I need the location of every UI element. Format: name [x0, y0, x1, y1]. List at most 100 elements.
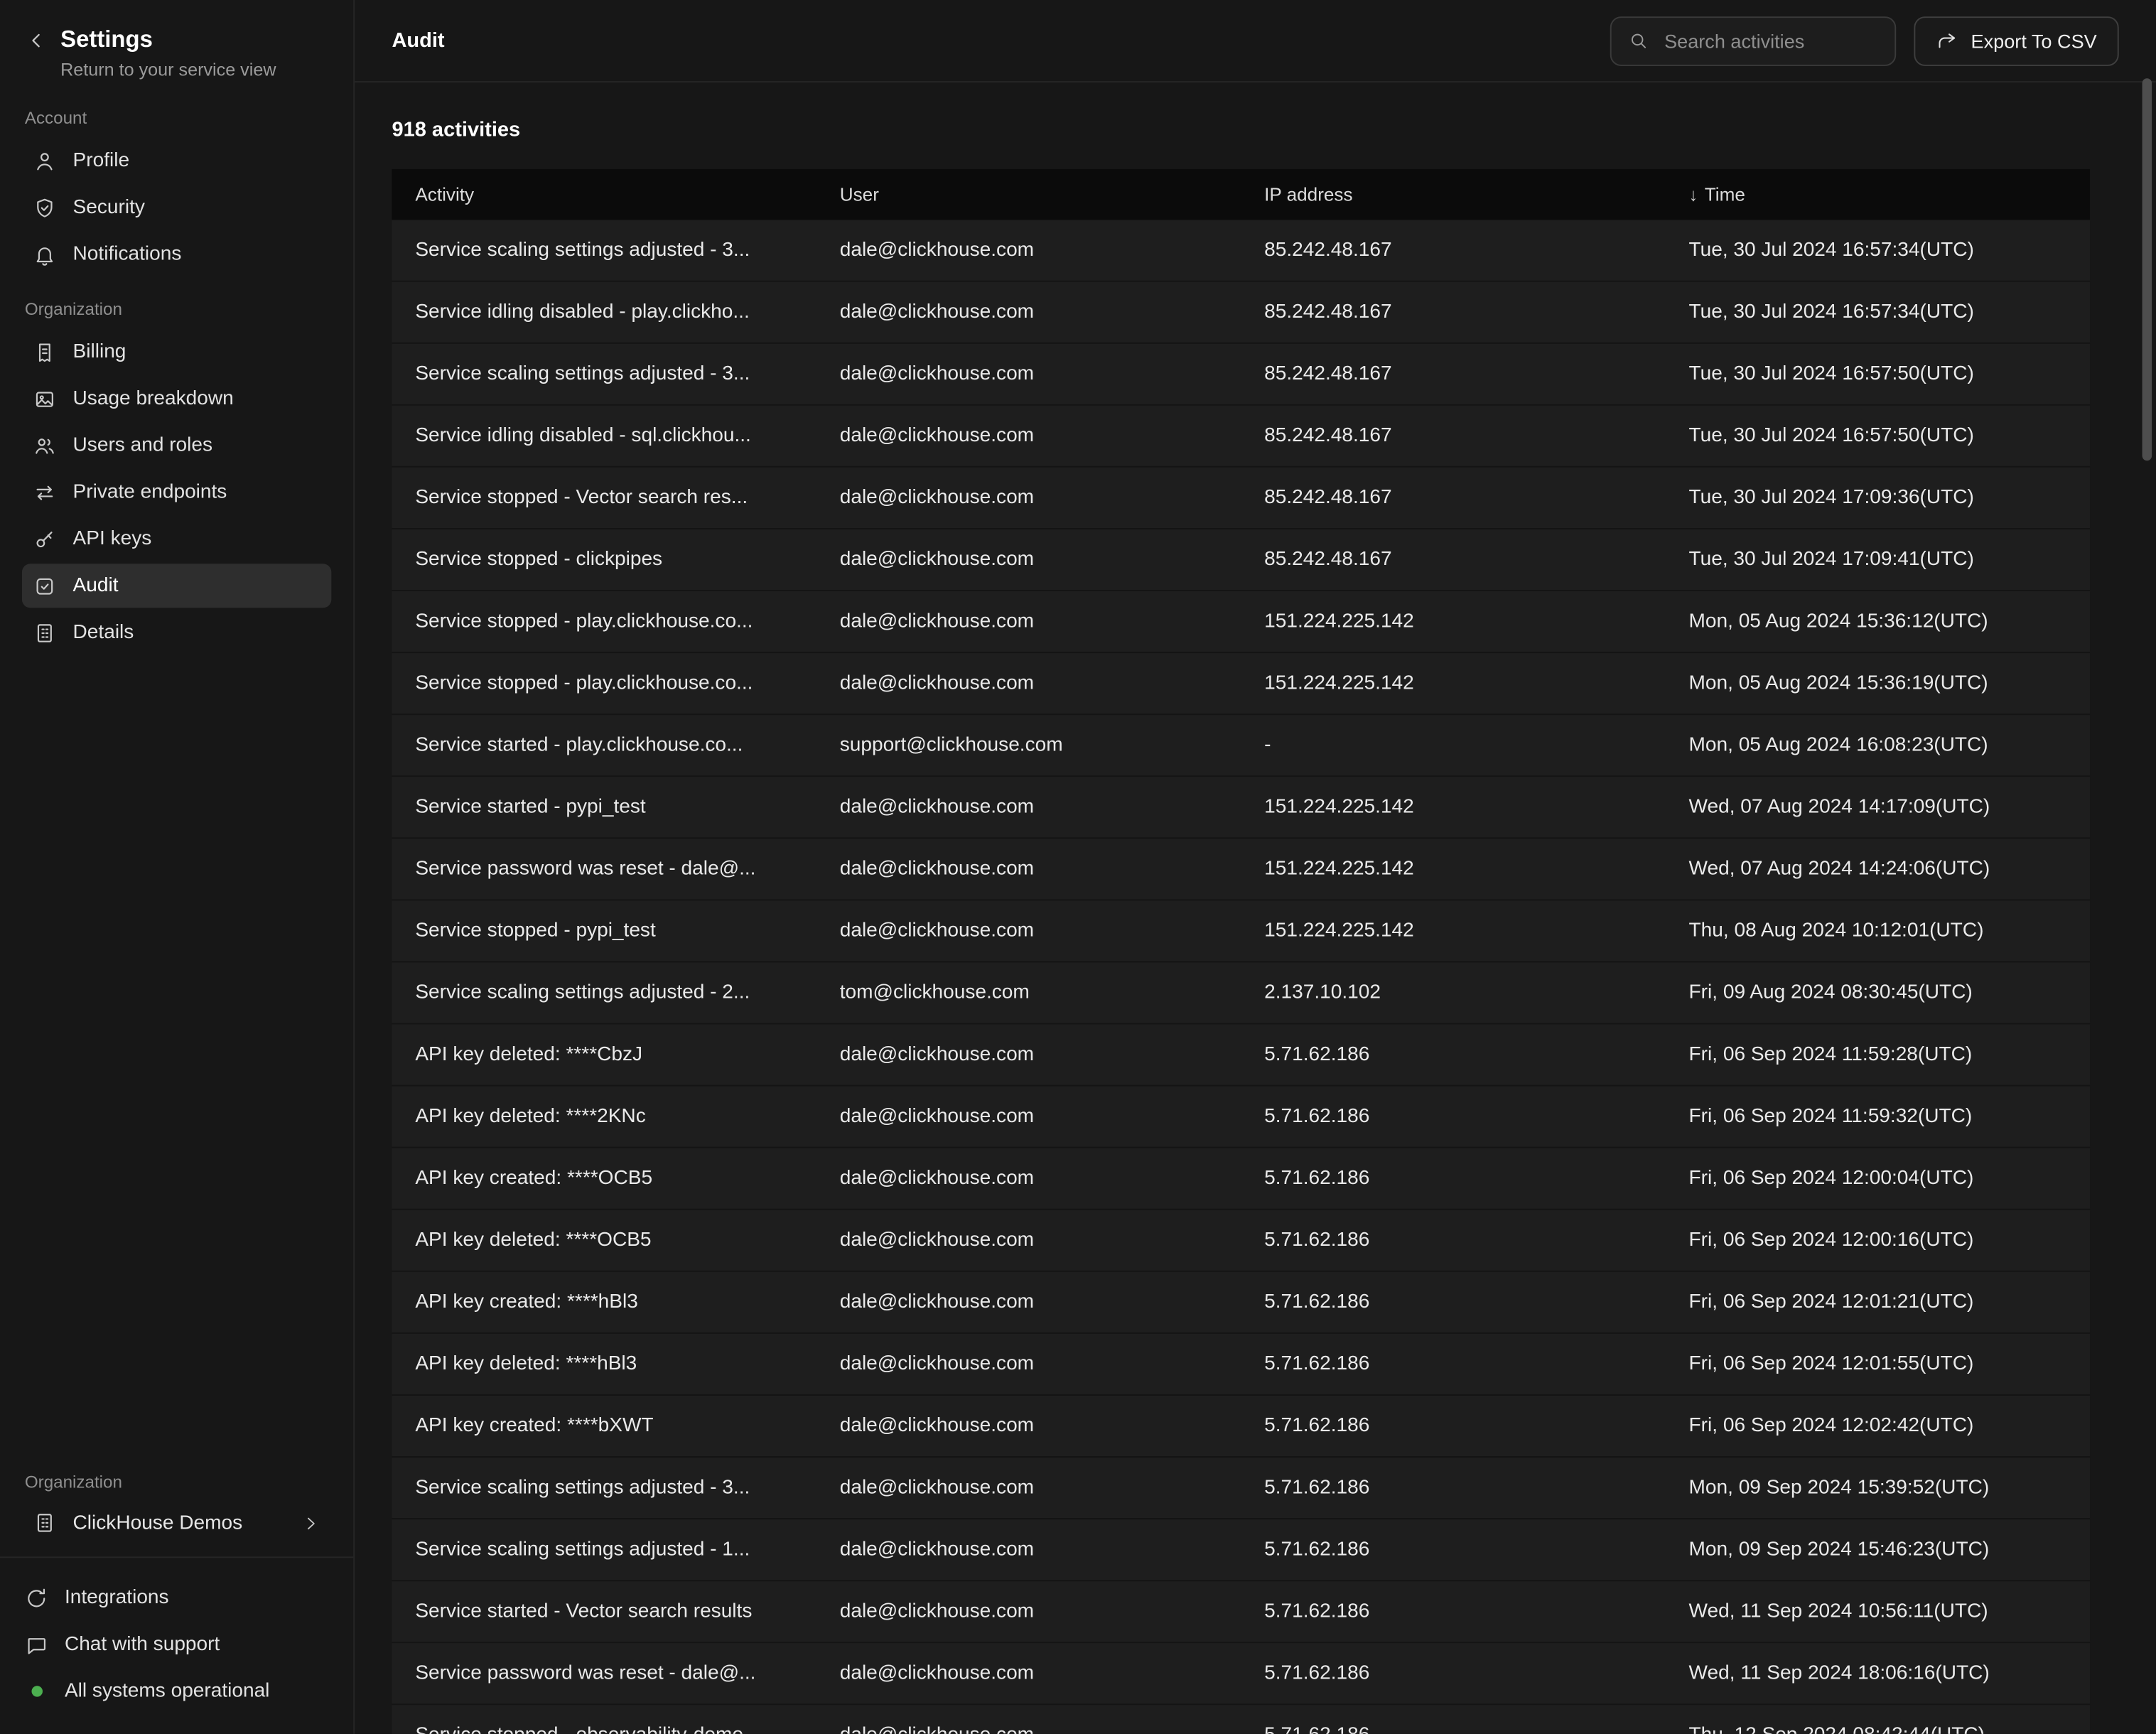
sort-descending-icon: ↓ — [1689, 184, 1698, 205]
cell-activity: Service idling disabled - sql.clickhou..… — [392, 425, 816, 447]
cell-time: Thu, 08 Aug 2024 10:12:01(UTC) — [1666, 920, 2090, 942]
column-header-time[interactable]: ↓ Time — [1666, 184, 2090, 205]
settings-title: Settings — [60, 25, 276, 55]
table-row[interactable]: API key created: ****OCB5 dale@clickhous… — [392, 1148, 2090, 1210]
cell-ip: 5.71.62.186 — [1241, 1539, 1665, 1561]
cell-time: Fri, 06 Sep 2024 12:00:04(UTC) — [1666, 1168, 2090, 1190]
receipt-icon — [33, 340, 56, 364]
section-label-account: Account — [0, 87, 353, 138]
table-row[interactable]: API key deleted: ****CbzJ dale@clickhous… — [392, 1025, 2090, 1087]
table-row[interactable]: API key created: ****hBl3 dale@clickhous… — [392, 1272, 2090, 1334]
cell-activity: API key deleted: ****CbzJ — [392, 1044, 816, 1066]
cell-time: Tue, 30 Jul 2024 17:09:36(UTC) — [1666, 487, 2090, 509]
sidebar-item-chat-support[interactable]: Chat with support — [0, 1621, 353, 1668]
table-row[interactable]: Service started - Vector search results … — [392, 1581, 2090, 1643]
sidebar-item-details[interactable]: Details — [22, 610, 331, 655]
cell-activity: Service stopped - play.clickhouse.co... — [392, 610, 816, 632]
cell-activity: API key created: ****bXWT — [392, 1415, 816, 1437]
cell-activity: Service scaling settings adjusted - 1... — [392, 1539, 816, 1561]
chevron-left-icon[interactable] — [25, 29, 48, 53]
sidebar-item-usage-breakdown[interactable]: Usage breakdown — [22, 377, 331, 421]
sidebar-title-block: Settings Return to your service view — [60, 25, 276, 81]
sidebar-item-private-endpoints[interactable]: Private endpoints — [22, 470, 331, 515]
table-row[interactable]: Service stopped - clickpipes dale@clickh… — [392, 529, 2090, 591]
column-header-user[interactable]: User — [816, 184, 1241, 205]
vertical-scrollbar[interactable] — [2142, 78, 2152, 461]
audit-table-header: Activity User IP address ↓ Time — [392, 169, 2090, 220]
table-row[interactable]: Service stopped - pypi_test dale@clickho… — [392, 900, 2090, 962]
table-row[interactable]: Service idling disabled - sql.clickhou..… — [392, 406, 2090, 468]
table-row[interactable]: Service scaling settings adjusted - 2...… — [392, 962, 2090, 1024]
table-row[interactable]: Service scaling settings adjusted - 3...… — [392, 220, 2090, 282]
table-row[interactable]: Service scaling settings adjusted - 3...… — [392, 344, 2090, 406]
export-icon — [1936, 30, 1958, 52]
cell-ip: 5.71.62.186 — [1241, 1724, 1665, 1734]
sidebar-item-audit[interactable]: Audit — [22, 564, 331, 608]
table-row[interactable]: API key deleted: ****2KNc dale@clickhous… — [392, 1087, 2090, 1148]
table-row[interactable]: Service idling disabled - play.clickho..… — [392, 282, 2090, 344]
settings-subtitle[interactable]: Return to your service view — [60, 59, 276, 81]
table-row[interactable]: Service scaling settings adjusted - 1...… — [392, 1519, 2090, 1581]
cell-time: Mon, 09 Sep 2024 15:39:52(UTC) — [1666, 1477, 2090, 1499]
sidebar-item-users-and-roles[interactable]: Users and roles — [22, 424, 331, 468]
export-csv-button[interactable]: Export To CSV — [1914, 16, 2118, 65]
sidebar-footer: Integrations Chat with support All syste… — [0, 1556, 353, 1734]
cell-activity: Service scaling settings adjusted - 2... — [392, 982, 816, 1004]
audit-table: Activity User IP address ↓ Time Service … — [392, 169, 2090, 1734]
cell-time: Mon, 05 Aug 2024 16:08:23(UTC) — [1666, 734, 2090, 756]
sidebar-item-notifications[interactable]: Notifications — [22, 232, 331, 276]
table-row[interactable]: Service stopped - play.clickhouse.co... … — [392, 591, 2090, 653]
table-row[interactable]: Service password was reset - dale@... da… — [392, 1643, 2090, 1705]
cell-ip: 85.242.48.167 — [1241, 487, 1665, 509]
column-header-activity[interactable]: Activity — [392, 184, 816, 205]
activities-count: 918 activities — [392, 118, 2090, 141]
table-row[interactable]: Service scaling settings adjusted - 3...… — [392, 1458, 2090, 1519]
sidebar-item-billing[interactable]: Billing — [22, 330, 331, 374]
search-box[interactable] — [1611, 16, 1897, 65]
column-header-ip[interactable]: IP address — [1241, 184, 1665, 205]
cell-time: Wed, 07 Aug 2024 14:24:06(UTC) — [1666, 858, 2090, 880]
sidebar-item-api-keys[interactable]: API keys — [22, 517, 331, 561]
cell-user: dale@clickhouse.com — [816, 239, 1241, 262]
sidebar-item-profile[interactable]: Profile — [22, 139, 331, 183]
cell-ip: 151.224.225.142 — [1241, 610, 1665, 632]
cell-user: dale@clickhouse.com — [816, 1662, 1241, 1684]
cell-ip: 151.224.225.142 — [1241, 796, 1665, 818]
cell-ip: 85.242.48.167 — [1241, 363, 1665, 385]
cell-activity: API key deleted: ****2KNc — [392, 1106, 816, 1128]
cell-ip: 151.224.225.142 — [1241, 920, 1665, 942]
arrows-swap-icon — [33, 480, 56, 504]
table-row[interactable]: Service started - play.clickhouse.co... … — [392, 715, 2090, 777]
cell-time: Mon, 05 Aug 2024 15:36:12(UTC) — [1666, 610, 2090, 632]
main-panel: Audit Export To CSV 918 activities — [355, 0, 2156, 1734]
table-row[interactable]: API key deleted: ****OCB5 dale@clickhous… — [392, 1210, 2090, 1272]
section-label-organization: Organization — [0, 278, 353, 329]
cell-user: dale@clickhouse.com — [816, 1539, 1241, 1561]
table-row[interactable]: API key created: ****bXWT dale@clickhous… — [392, 1396, 2090, 1458]
cell-ip: 5.71.62.186 — [1241, 1662, 1665, 1684]
cell-time: Mon, 05 Aug 2024 15:36:19(UTC) — [1666, 672, 2090, 694]
settings-app: Settings Return to your service view Acc… — [0, 0, 2156, 1734]
table-row[interactable]: Service stopped - Vector search res... d… — [392, 468, 2090, 529]
cell-activity: API key deleted: ****hBl3 — [392, 1353, 816, 1375]
cell-ip: 5.71.62.186 — [1241, 1291, 1665, 1313]
table-row[interactable]: Service stopped - play.clickhouse.co... … — [392, 653, 2090, 715]
sidebar-item-label: API keys — [73, 525, 152, 553]
table-row[interactable]: API key deleted: ****hBl3 dale@clickhous… — [392, 1334, 2090, 1396]
cell-activity: API key deleted: ****OCB5 — [392, 1229, 816, 1251]
org-name: ClickHouse Demos — [73, 1512, 285, 1534]
sidebar-item-integrations[interactable]: Integrations — [0, 1574, 353, 1621]
audit-content: 918 activities Activity User IP address … — [355, 82, 2156, 1734]
table-row[interactable]: Service started - pypi_test dale@clickho… — [392, 777, 2090, 839]
cell-ip: 151.224.225.142 — [1241, 858, 1665, 880]
sidebar-item-label: Users and roles — [73, 432, 212, 460]
search-input[interactable] — [1661, 28, 1879, 53]
sidebar-bottom: Organization ClickHouse Demos Integratio… — [0, 1450, 353, 1734]
image-icon — [33, 387, 56, 411]
org-selector[interactable]: ClickHouse Demos — [22, 1503, 331, 1543]
system-status[interactable]: All systems operational — [0, 1668, 353, 1715]
table-row[interactable]: Service stopped - observability-demo dal… — [392, 1705, 2090, 1734]
table-row[interactable]: Service password was reset - dale@... da… — [392, 839, 2090, 900]
cell-user: dale@clickhouse.com — [816, 549, 1241, 571]
sidebar-item-security[interactable]: Security — [22, 185, 331, 230]
